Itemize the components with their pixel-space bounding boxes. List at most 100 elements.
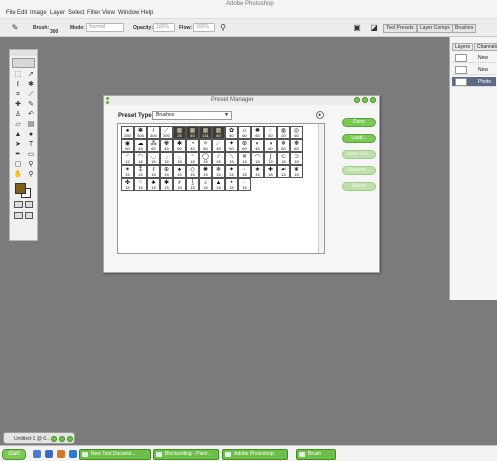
brush-preset[interactable]: ☙ 15 [277,165,290,178]
brush-preset[interactable]: ⟋ 300 [160,126,173,139]
vertical-scrollbar[interactable] [318,124,324,253]
tab-layers[interactable]: Layers [452,43,474,51]
brush-preset[interactable]: ◑ 60 [264,139,277,152]
type-tool-icon[interactable]: T [25,140,37,149]
brush-preset[interactable]: ✧ 60 [199,139,212,152]
brush-preset[interactable]: ◞ 15 [160,152,173,165]
quicklaunch-ie-icon[interactable] [33,450,41,458]
minimized-document[interactable]: Untitled-1 @ 6... [3,432,75,444]
quicklaunch-messenger-icon[interactable] [69,450,77,458]
brush-preset[interactable]: ✿ 60 [225,126,238,139]
move-tool-icon[interactable]: ➚ [25,70,37,79]
menu-help[interactable]: Help [141,10,153,16]
brush-preset[interactable]: ⟍ 15 [225,152,238,165]
preset-type-select[interactable]: Brushes ▼ [152,111,232,120]
brush-preset[interactable]: ♪ 15 [199,178,212,191]
eraser-tool-icon[interactable]: ▱ [12,120,24,129]
load-button[interactable]: Load... [342,134,376,143]
tab-channels[interactable]: Channels [474,43,497,51]
brush-preset[interactable]: ⁂ 60 [147,139,160,152]
brush-preset[interactable]: ◯ 15 [199,152,212,165]
brush-preset[interactable]: ✕ 15 [238,152,251,165]
dialog-title-bar[interactable]: Preset Manager [104,96,379,105]
healing-brush-icon[interactable]: ✚ [12,100,24,109]
brush-preset[interactable]: ◜ 12 [121,152,134,165]
flow-field[interactable]: 100% [193,23,215,32]
slice-tool-icon[interactable]: ⟋ [25,90,37,99]
brush-preset[interactable]: ∫ 15 [264,152,277,165]
history-brush-icon[interactable]: ↶ [25,110,37,119]
options-menu-icon[interactable]: ▸ [316,111,324,119]
brush-preset[interactable]: ▦ 45 [186,126,199,139]
screen-mode-2-icon[interactable] [24,212,33,219]
brush-preset[interactable]: · 15 [238,178,251,191]
brush-preset[interactable]: ✶ 15 [121,165,134,178]
brush-preset[interactable]: ▦ 131 [199,126,212,139]
notes-tool-icon[interactable]: ▢ [12,160,24,169]
menu-image[interactable]: Image [30,10,47,16]
mode-select[interactable]: Normal [86,23,124,32]
brush-preset[interactable]: ● 250 [121,126,134,139]
brush-preset[interactable]: ⊂ 15 [277,152,290,165]
eyedropper-icon[interactable]: ⚲ [25,160,37,169]
brush-preset[interactable]: ⊃ 15 [290,152,303,165]
foreground-color[interactable] [15,183,26,194]
brush-preset[interactable]: /300 [147,126,160,139]
quicklaunch-desktop-icon[interactable] [45,450,53,458]
maximize-button[interactable] [362,97,368,103]
menu-filter[interactable]: Filter [87,10,100,16]
brush-preset[interactable]: ◡ 15 [147,152,160,165]
screen-mode-1-icon[interactable] [14,212,23,219]
brush-preset[interactable]: ❋ 60 [290,139,303,152]
brush-preset[interactable]: ✺ 15 [199,165,212,178]
doc-minimize-button[interactable] [51,436,57,442]
zoom-tool-icon[interactable]: ⚲ [25,170,37,179]
brush-preset[interactable]: ☼ 60 [238,126,251,139]
menu-select[interactable]: Select [68,10,85,16]
brush-preset[interactable]: ◟ 15 [173,152,186,165]
brush-preset[interactable]: ☁ 45 [134,139,147,152]
lasso-tool-icon[interactable]: ℓ [12,80,24,89]
blur-tool-icon[interactable]: ▲ [12,130,24,139]
minimize-button[interactable] [354,97,360,103]
menu-file[interactable]: File [6,10,16,16]
path-select-icon[interactable]: ➤ [12,140,24,149]
brush-preset[interactable]: ℓ 15 [147,165,160,178]
brush-preset[interactable]: ▦ 60 [212,126,225,139]
brush-preset[interactable]: ✺ 60 [251,126,264,139]
rename-button[interactable]: Rename... [342,166,376,175]
brush-preset[interactable]: ★ 15 [251,165,264,178]
menu-window[interactable]: Window [118,10,139,16]
brush-preset[interactable]: ◔ 45 [186,139,199,152]
quicklaunch-firefox-icon[interactable] [57,450,65,458]
brush-preset[interactable]: ◌ 60 [264,126,277,139]
tab-tool-presets[interactable]: Tool Presets [383,24,417,33]
brush-preset[interactable]: ♣ 15 [147,178,160,191]
layer-row[interactable]: New [452,53,496,63]
brush-preset[interactable]: ◠ 15 [251,152,264,165]
menu-edit[interactable]: Edit [17,10,27,16]
brush-preset[interactable]: ✤ 15 [121,178,134,191]
close-button[interactable] [370,97,376,103]
brush-preset[interactable]: ⊛ 60 [238,139,251,152]
brush-preset[interactable]: ✦ 60 [225,139,238,152]
tab-brushes[interactable]: Brushes [452,24,477,33]
brush-preset[interactable]: ◍ 20 [277,126,290,139]
task-brush-folder[interactable]: Brush [296,449,336,460]
task-new-text-document[interactable]: New Text Docume... [79,449,151,460]
brush-preset[interactable]: ▦ 25 [173,126,186,139]
brush-preset[interactable]: ◉ 60 [121,139,134,152]
doc-maximize-button[interactable] [59,436,65,442]
doc-close-button[interactable] [67,436,73,442]
magic-wand-icon[interactable]: ✱ [25,80,37,89]
brush-preset[interactable]: • 15 [225,178,238,191]
brush-preset[interactable]: ◦ 15 [238,165,251,178]
brush-preset[interactable]: ⟆ 15 [186,178,199,191]
opacity-field[interactable]: 100% [153,23,175,32]
delete-button[interactable]: Delete [342,182,376,191]
dodge-tool-icon[interactable]: ● [25,130,37,139]
brush-preset[interactable]: ✾ 45 [160,139,173,152]
brush-preset[interactable]: ✽ 300 [134,126,147,139]
airbrush-icon[interactable]: ⚲ [218,23,228,33]
task-photoshop[interactable]: Adobe Photoshop [222,449,288,460]
